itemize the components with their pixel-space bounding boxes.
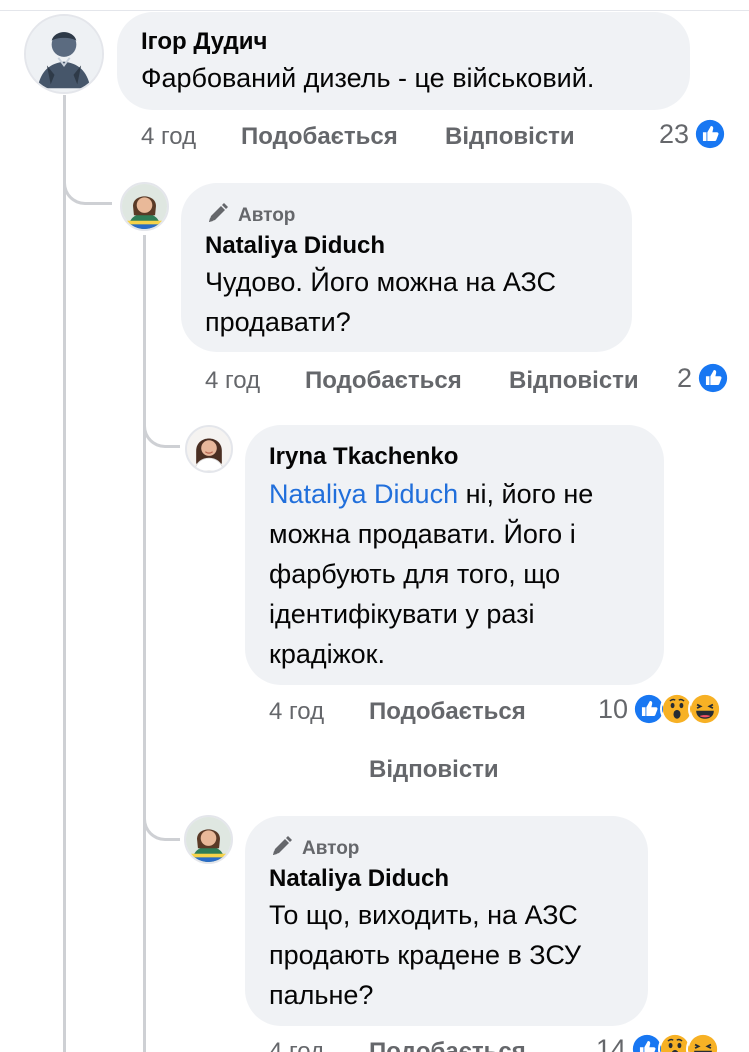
thread-connector: [143, 400, 180, 448]
like-button[interactable]: Подобається: [305, 367, 462, 395]
pen-icon: [206, 201, 230, 231]
like-icon: [696, 361, 731, 395]
author-badge: Автор: [206, 201, 295, 231]
comment-line: крадіжок.: [269, 639, 385, 669]
reply-button[interactable]: Відповісти: [445, 123, 575, 151]
like-button[interactable]: Подобається: [369, 698, 526, 726]
pen-icon: [270, 834, 294, 864]
reply-button[interactable]: Відповісти: [369, 756, 499, 784]
comment-author[interactable]: Iryna Tkachenko: [269, 443, 458, 471]
comment-line: Чудово. Його можна на АЗС: [205, 267, 557, 297]
avatar-image: [26, 16, 102, 92]
reaction-count: 14: [596, 1033, 627, 1052]
comment-line: пальне?: [269, 980, 374, 1010]
like-icon: [693, 117, 728, 151]
haha-icon: [688, 692, 723, 726]
comment-line: можна продавати. Його і: [269, 519, 576, 549]
comment-line: ідентифікувати у разі: [269, 599, 535, 629]
reactions-summary[interactable]: 2: [677, 360, 731, 396]
reactions-summary[interactable]: 14: [596, 1031, 721, 1052]
comment-text: Чудово. Його можна на АЗС продавати?: [205, 262, 556, 342]
avatar[interactable]: [185, 425, 233, 473]
author-badge: Автор: [270, 834, 359, 864]
haha-icon: [686, 1032, 721, 1052]
avatar-image: [122, 184, 167, 229]
reply-button[interactable]: Відповісти: [509, 367, 639, 395]
avatar[interactable]: [24, 14, 104, 94]
thread-connector: [63, 150, 112, 205]
comment-line: Nataliya Diduch ні, його не: [269, 474, 593, 514]
comment-author[interactable]: Ігор Дудич: [141, 28, 267, 56]
avatar[interactable]: [120, 182, 169, 231]
author-badge-label: Автор: [238, 205, 296, 226]
mention-link[interactable]: Nataliya Diduch: [269, 479, 458, 509]
comment-author[interactable]: Nataliya Diduch: [269, 865, 449, 893]
reactions-summary[interactable]: 23: [659, 116, 728, 152]
comment-line: продавати?: [205, 307, 351, 337]
comment-text: Фарбований дизель - це військовий.: [141, 63, 595, 93]
avatar[interactable]: [184, 815, 233, 864]
author-badge-label: Автор: [302, 838, 360, 859]
comments-thread: Ігор Дудич Фарбований дизель - це військ…: [0, 0, 749, 1052]
comment-time[interactable]: 4 год: [205, 367, 260, 395]
comment-author[interactable]: Nataliya Diduch: [205, 232, 385, 260]
comment-line: фарбують для того, що: [269, 559, 561, 589]
avatar-image: [187, 427, 231, 471]
thread-connector: [143, 790, 180, 841]
comment-time[interactable]: 4 год: [269, 698, 324, 726]
reaction-count: 2: [677, 362, 693, 393]
comment-time[interactable]: 4 год: [269, 1038, 324, 1052]
comment-line: То що, виходить, на АЗС: [269, 900, 578, 930]
comment-line-rest: ні, його не: [458, 479, 594, 509]
like-button[interactable]: Подобається: [369, 1038, 526, 1052]
avatar-image: [186, 817, 231, 862]
comment-text: Nataliya Diduch ні, його не можна продав…: [269, 474, 593, 674]
comment-time[interactable]: 4 год: [141, 123, 196, 151]
reaction-count: 10: [598, 693, 629, 724]
thread-line-reply: [143, 235, 146, 1052]
comment-text: То що, виходить, на АЗС продають крадене…: [269, 895, 581, 1015]
reactions-summary[interactable]: 10: [598, 691, 723, 727]
like-button[interactable]: Подобається: [241, 123, 398, 151]
reaction-count: 23: [659, 118, 690, 149]
comment-line: продають крадене в ЗСУ: [269, 940, 582, 970]
thread-line-main: [63, 95, 66, 1052]
top-divider: [0, 0, 749, 11]
